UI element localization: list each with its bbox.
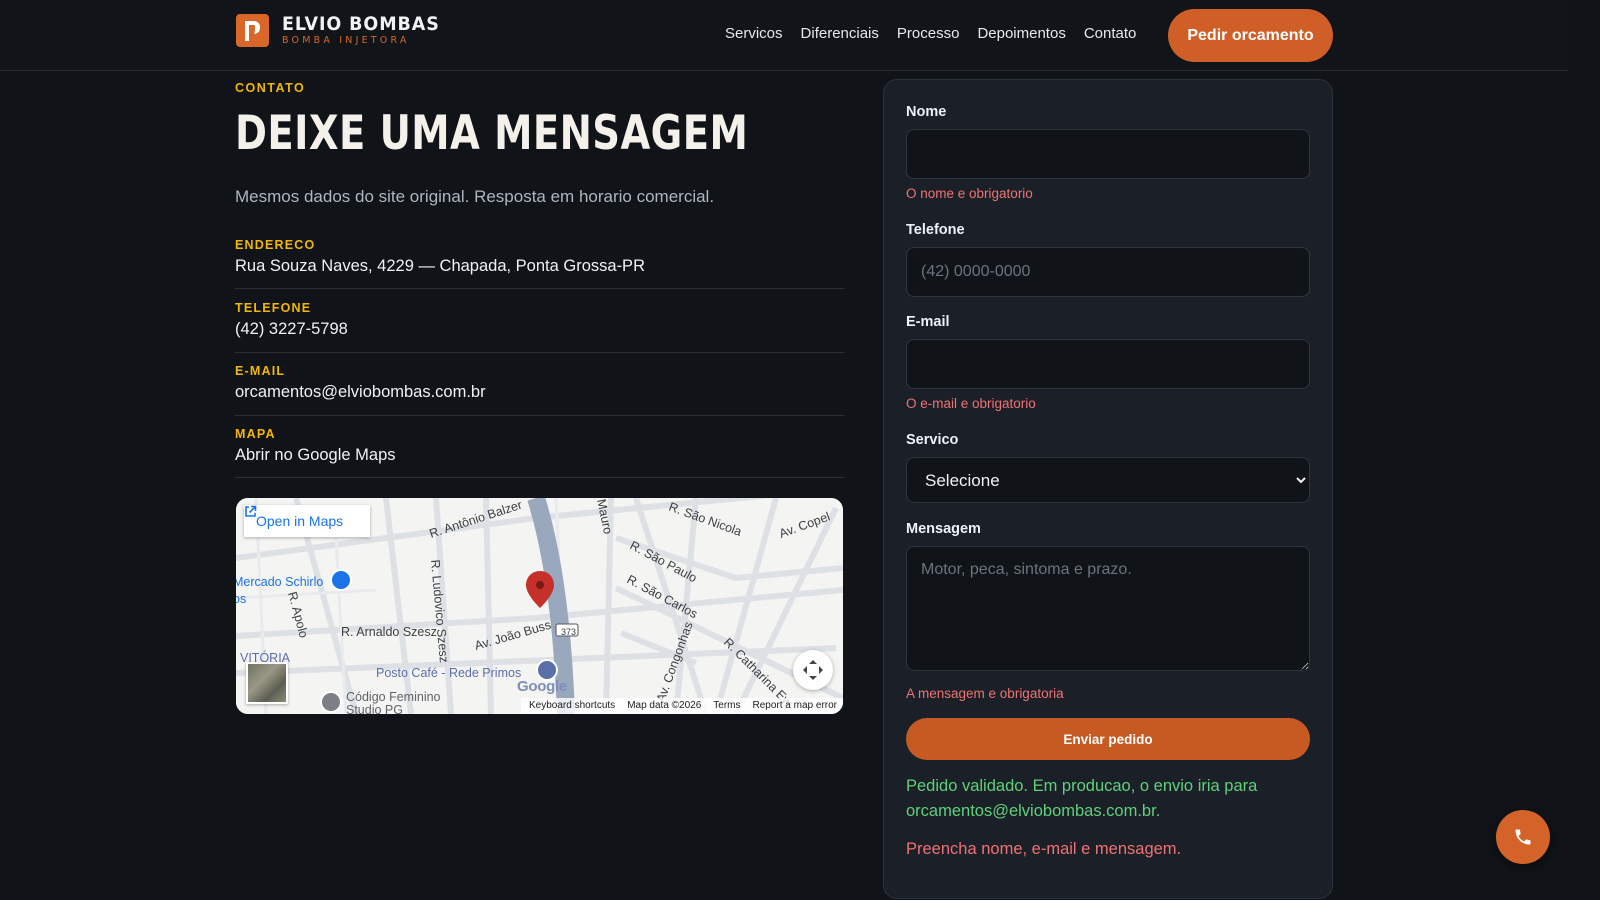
validation-message: Preencha nome, e-mail e mensagem. (906, 840, 1182, 858)
report-map-error-link[interactable]: Report a map error (753, 700, 837, 714)
keyboard-shortcuts-link[interactable]: Keyboard shortcuts (529, 700, 615, 714)
email-input[interactable] (906, 339, 1310, 389)
svg-text:373: 373 (561, 627, 576, 637)
svg-text:Studio PG: Studio PG (346, 703, 403, 714)
contact-address: ENDERECO Rua Souza Naves, 4229 — Chapada… (235, 238, 844, 289)
brand-text: ELVIO BOMBAS BOMBA INJETORA (282, 15, 453, 46)
contact-email: E-MAIL orcamentos@elviobombas.com.br (235, 364, 844, 416)
service-label: Servico (906, 432, 959, 448)
name-label: Nome (906, 104, 947, 120)
brand-logo[interactable]: ELVIO BOMBAS BOMBA INJETORA (236, 14, 453, 47)
phone-field-label: Telefone (906, 222, 965, 238)
map-attribution: Keyboard shortcuts Map data ©2026 Terms … (521, 698, 843, 714)
brand-tagline: BOMBA INJETORA (282, 35, 410, 47)
address-value: Rua Souza Naves, 4229 — Chapada, Ponta G… (235, 257, 645, 275)
fullscreen-toggle-button[interactable] (793, 650, 833, 690)
nav-link-diferenciais[interactable]: Diferenciais (801, 25, 879, 42)
open-in-maps-label: Open in Maps (256, 513, 344, 529)
svg-text:Código Feminino: Código Feminino (346, 690, 441, 704)
open-in-maps-button[interactable]: Open in Maps (244, 505, 370, 537)
brand-name: ELVIO BOMBAS (282, 13, 440, 36)
section-eyebrow: CONTATO (235, 81, 306, 95)
contact-map: MAPA Abrir no Google Maps (235, 427, 844, 478)
nav-link-processo[interactable]: Processo (897, 25, 960, 42)
map-label: MAPA (235, 427, 276, 441)
request-quote-button[interactable]: Pedir orcamento (1168, 9, 1333, 62)
expand-icon (803, 660, 823, 680)
name-input[interactable] (906, 129, 1310, 179)
section-title: DEIXE UMA MENSAGEM (235, 106, 749, 161)
phone-link[interactable]: (42) 3227-5798 (235, 320, 844, 339)
nav-link-contato[interactable]: Contato (1084, 25, 1137, 42)
terms-link[interactable]: Terms (713, 700, 740, 714)
svg-text:Posto Café - Rede Primos: Posto Café - Rede Primos (376, 666, 521, 680)
svg-text:Mercado Schirlo: Mercado Schirlo (236, 575, 323, 589)
phone-input[interactable] (906, 247, 1310, 297)
section-lead: Mesmos dados do site original. Resposta … (235, 187, 715, 206)
google-logo: Google (517, 678, 567, 695)
message-error: A mensagem e obrigatoria (906, 686, 1064, 701)
phone-label: TELEFONE (235, 301, 312, 315)
svg-text:R. Arnaldo Szesz: R. Arnaldo Szesz (341, 625, 437, 639)
service-select[interactable]: Selecione (906, 457, 1310, 503)
satellite-toggle-thumbnail[interactable] (246, 662, 288, 704)
email-field-label: E-mail (906, 314, 950, 330)
phone-icon (1515, 829, 1531, 845)
email-error: O e-mail e obrigatorio (906, 396, 1036, 411)
success-message: Pedido validado. Em producao, o envio ir… (906, 777, 1258, 820)
email-link[interactable]: orcamentos@elviobombas.com.br (235, 383, 844, 402)
submit-button[interactable]: Enviar pedido (906, 718, 1310, 760)
nav-link-depoimentos[interactable]: Depoimentos (977, 25, 1065, 42)
svg-text:os: os (236, 592, 246, 606)
message-textarea[interactable] (906, 546, 1310, 671)
main-nav: Servicos Diferenciais Processo Depoiment… (725, 25, 1136, 42)
email-label: E-MAIL (235, 364, 286, 378)
site-header: ELVIO BOMBAS BOMBA INJETORA Servicos Dif… (0, 0, 1568, 71)
google-maps-link[interactable]: Abrir no Google Maps (235, 446, 844, 465)
embedded-map[interactable]: R. Antônio Balzer R. São Nicola Av. Cope… (236, 498, 843, 714)
floating-call-button[interactable] (1496, 810, 1550, 864)
nav-link-servicos[interactable]: Servicos (725, 25, 783, 42)
map-data-credit: Map data ©2026 (627, 700, 702, 711)
message-label: Mensagem (906, 521, 981, 537)
external-link-icon (245, 505, 257, 517)
address-label: ENDERECO (235, 238, 316, 252)
logo-mark-icon (236, 14, 269, 47)
name-error: O nome e obrigatorio (906, 186, 1033, 201)
contact-phone: TELEFONE (42) 3227-5798 (235, 301, 844, 353)
